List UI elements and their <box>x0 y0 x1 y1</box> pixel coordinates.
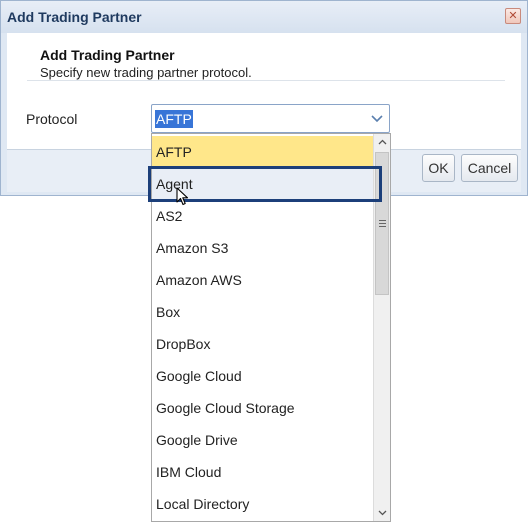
scrollbar-thumb[interactable] <box>375 152 389 295</box>
option-aftp[interactable]: AFTP <box>152 136 374 168</box>
protocol-label: Protocol <box>26 111 78 127</box>
option-amazon-s3[interactable]: Amazon S3 <box>152 232 374 264</box>
option-ibm-cloud[interactable]: IBM Cloud <box>152 456 374 488</box>
option-agent[interactable]: Agent <box>152 168 374 200</box>
scroll-up-icon <box>378 139 386 145</box>
option-google-drive[interactable]: Google Drive <box>152 424 374 456</box>
option-google-cloud-storage[interactable]: Google Cloud Storage <box>152 392 374 424</box>
header-title: Add Trading Partner <box>40 47 175 63</box>
dropdown-scrollbar[interactable] <box>373 134 390 521</box>
protocol-combobox[interactable]: AFTP <box>151 104 390 133</box>
option-box[interactable]: Box <box>152 296 374 328</box>
grip-icon <box>379 220 386 227</box>
scroll-up-button[interactable] <box>374 134 390 150</box>
option-google-cloud[interactable]: Google Cloud <box>152 360 374 392</box>
protocol-selected-value[interactable]: AFTP <box>155 110 193 128</box>
dialog-titlebar[interactable]: Add Trading Partner ✕ <box>1 1 527 33</box>
header-subtitle: Specify new trading partner protocol. <box>40 65 252 80</box>
scroll-down-icon <box>378 510 386 516</box>
protocol-dropdown-list[interactable]: AFTP Agent AS2 Amazon S3 Amazon AWS Box … <box>151 133 391 522</box>
close-button[interactable]: ✕ <box>505 8 521 24</box>
option-dropbox[interactable]: DropBox <box>152 328 374 360</box>
header-divider <box>27 80 505 81</box>
option-local-directory[interactable]: Local Directory <box>152 488 374 520</box>
option-amazon-aws[interactable]: Amazon AWS <box>152 264 374 296</box>
cancel-button[interactable]: Cancel <box>461 154 518 182</box>
combo-dropdown-button[interactable] <box>365 105 389 132</box>
scroll-down-button[interactable] <box>374 505 390 521</box>
option-as2[interactable]: AS2 <box>152 200 374 232</box>
close-icon: ✕ <box>508 9 518 22</box>
option-list: AFTP Agent AS2 Amazon S3 Amazon AWS Box … <box>152 134 374 521</box>
ok-button[interactable]: OK <box>422 154 455 182</box>
chevron-down-icon <box>371 114 383 122</box>
dialog-title: Add Trading Partner <box>7 9 142 25</box>
